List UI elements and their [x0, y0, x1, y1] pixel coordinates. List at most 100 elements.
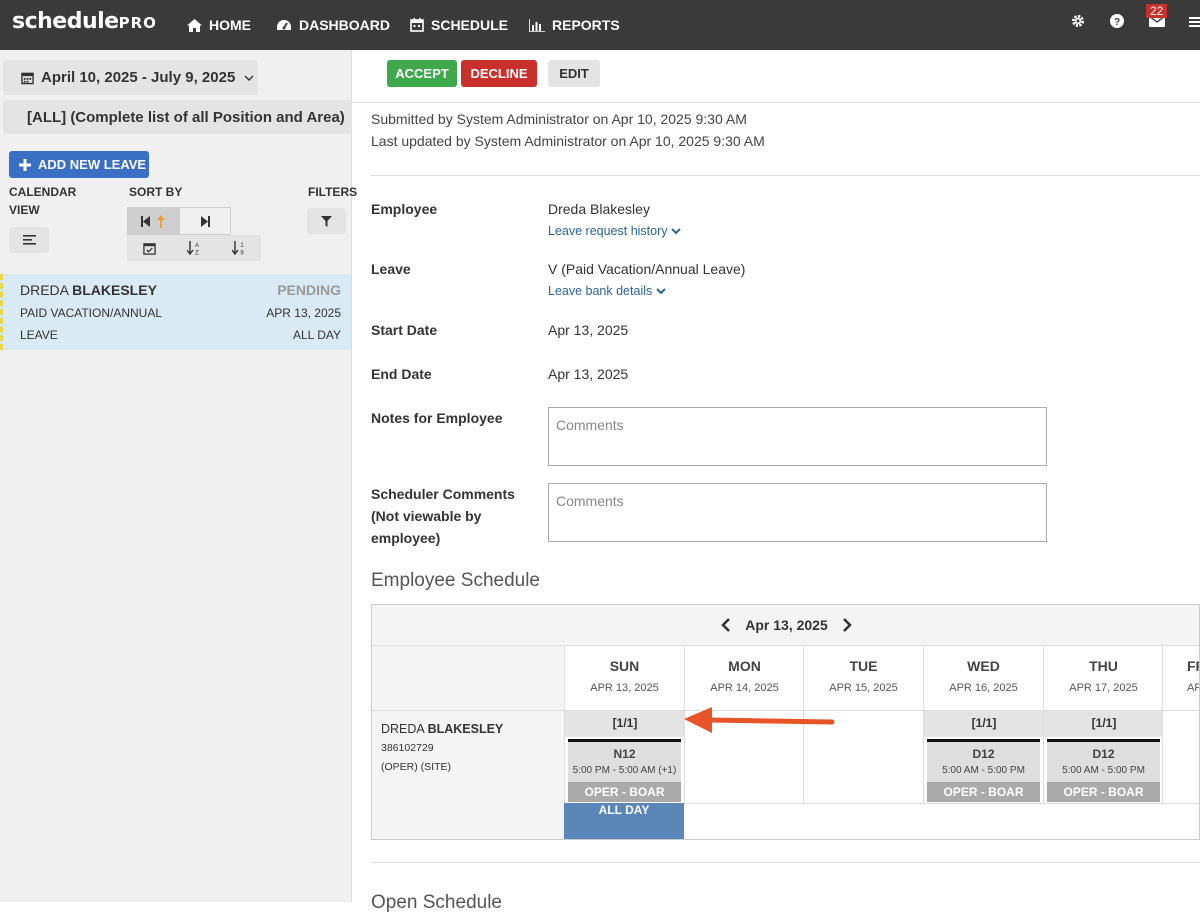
notes-for-employee-field[interactable]: Comments [548, 407, 1047, 466]
nav-home-label: HOME [209, 17, 251, 33]
leave-type: PAID VACATION/ANNUAL [20, 306, 163, 320]
start-date-value: Apr 13, 2025 [548, 322, 629, 338]
day-header: THU APR 17, 2025 [1043, 646, 1163, 710]
sort-field-group: AZ 19 [127, 235, 261, 261]
nav-dashboard[interactable]: DASHBOARD [276, 0, 390, 50]
position-filter-dropdown[interactable]: [ALL] (Complete list of all Position and… [3, 100, 352, 134]
edit-button[interactable]: EDIT [548, 60, 600, 87]
arrow-up-icon [157, 214, 166, 228]
home-icon [187, 18, 202, 32]
chevron-down-icon [244, 75, 254, 81]
nav-dashboard-label: DASHBOARD [299, 17, 390, 33]
add-new-leave-button[interactable]: ADD NEW LEAVE [9, 151, 149, 178]
leave-bank-link[interactable]: Leave bank details [548, 284, 666, 298]
day-header: MON APR 14, 2025 [684, 646, 804, 710]
leave-detail-panel: ACCEPT DECLINE EDIT Submitted by System … [352, 50, 1200, 913]
nav-reports-label: REPORTS [552, 17, 620, 33]
shift-block[interactable]: D12 5:00 AM - 5:00 PM OPER - BOAR [927, 739, 1040, 802]
scheduler-comments-field[interactable]: Comments [548, 483, 1047, 542]
annotation-arrow [684, 707, 835, 733]
schedule-date-nav: Apr 13, 2025 [372, 605, 1199, 645]
end-date-label: End Date [371, 366, 432, 382]
nav-reports[interactable]: REPORTS [529, 0, 620, 50]
sort-last-button[interactable] [178, 208, 230, 234]
sort-first-button[interactable] [128, 208, 179, 234]
schedule-cell[interactable]: [1/1] D12 5:00 AM - 5:00 PM OPER - BOAR [923, 711, 1044, 803]
all-day-leave-block[interactable]: ALL DAY [564, 803, 684, 839]
menu-icon[interactable] [1189, 16, 1200, 28]
chevron-down-icon [656, 288, 666, 295]
divider [352, 102, 1200, 103]
date-range-label: April 10, 2025 - July 9, 2025 [41, 69, 236, 86]
step-forward-icon [200, 215, 210, 227]
decline-button[interactable]: DECLINE [461, 60, 537, 87]
align-left-icon [22, 235, 36, 245]
filter-icon [321, 215, 332, 227]
sort-direction-group [127, 207, 231, 235]
gear-icon[interactable] [1071, 14, 1085, 28]
calendar-view-toggle[interactable] [9, 227, 49, 253]
help-icon[interactable]: ? [1110, 14, 1124, 28]
schedule-cell[interactable]: [1/1] D12 5:00 AM - 5:00 PM OPER - BOAR [1043, 711, 1164, 803]
accept-button[interactable]: ACCEPT [387, 60, 457, 87]
employee-label: Employee [371, 201, 438, 217]
calendar-icon [21, 72, 34, 84]
nav-home[interactable]: HOME [187, 0, 251, 50]
leave-value: V (Paid Vacation/Annual Leave) [548, 261, 746, 277]
calendar-view-label: CALENDAR VIEW [9, 185, 77, 217]
shift-block[interactable]: D12 5:00 AM - 5:00 PM OPER - BOAR [1047, 739, 1160, 802]
calendar-icon [410, 18, 424, 32]
leave-list-item[interactable]: DREDA BLAKESLEY PENDING PAID VACATION/AN… [0, 274, 351, 350]
add-new-leave-label: ADD NEW LEAVE [38, 157, 147, 172]
leave-date: APR 13, 2025 [266, 306, 341, 320]
leave-status: PENDING [277, 282, 341, 298]
sort-by-date-button[interactable] [127, 235, 172, 261]
position-filter-label: [ALL] (Complete list of all Position and… [27, 108, 345, 126]
leave-duration: ALL DAY [292, 328, 341, 342]
filters-button[interactable] [307, 208, 346, 234]
scheduler-placeholder: Comments [556, 493, 624, 509]
top-navbar: schedulePRO HOME DASHBOARD SCHEDULE REPO… [0, 0, 1200, 50]
leave-employee-name: DREDA BLAKESLEY [20, 282, 157, 298]
chevron-left-icon[interactable] [721, 618, 731, 632]
step-backward-icon [141, 215, 151, 227]
day-header: TUE APR 15, 2025 [803, 646, 923, 710]
date-range-picker[interactable]: April 10, 2025 - July 9, 2025 [3, 60, 258, 95]
nav-schedule[interactable]: SCHEDULE [410, 0, 508, 50]
day-header: SUN APR 13, 2025 [564, 646, 684, 710]
svg-text:A: A [195, 243, 199, 249]
filters-label: FILTERS [308, 185, 358, 199]
svg-text:9: 9 [240, 251, 244, 256]
plus-icon [19, 158, 31, 171]
schedule-current-date: Apr 13, 2025 [745, 617, 828, 633]
employee-schedule-title: Employee Schedule [371, 570, 540, 591]
chevron-right-icon[interactable] [842, 618, 852, 632]
employee-value: Dreda Blakesley [548, 201, 650, 217]
notes-label: Notes for Employee [371, 410, 503, 426]
sort-alpha-icon: AZ [187, 241, 199, 255]
dashboard-icon [277, 19, 291, 30]
svg-text:1: 1 [240, 243, 244, 249]
sort-numeric-icon: 19 [231, 241, 244, 256]
leave-type-cont: LEAVE [20, 328, 58, 342]
leave-history-link[interactable]: Leave request history [548, 224, 681, 238]
updated-info: Last updated by System Administrator on … [371, 133, 765, 149]
sort-by-label: SORT BY [129, 185, 183, 199]
sort-numeric-button[interactable]: 19 [216, 235, 261, 261]
submitted-info: Submitted by System Administrator on Apr… [371, 111, 747, 127]
scheduler-comments-label: Scheduler Comments (Not viewable by employ… [371, 486, 515, 546]
calendar-check-icon [143, 242, 156, 255]
app-logo[interactable]: schedulePRO [12, 9, 157, 34]
chevron-down-icon [671, 228, 681, 235]
schedule-cell[interactable] [1162, 711, 1199, 803]
open-schedule-title: Open Schedule [371, 892, 502, 913]
shift-block[interactable]: N12 5:00 PM - 5:00 AM (+1) OPER - BOAR [568, 739, 681, 802]
leave-list-sidebar: April 10, 2025 - July 9, 2025 [ALL] (Com… [0, 50, 357, 902]
day-header: WED APR 16, 2025 [923, 646, 1043, 710]
schedule-cell[interactable]: [1/1] N12 5:00 PM - 5:00 AM (+1) OPER - … [564, 711, 685, 803]
messages-badge: 22 [1146, 4, 1168, 18]
start-date-label: Start Date [371, 322, 438, 338]
bar-chart-icon [529, 18, 545, 32]
sort-alpha-button[interactable]: AZ [172, 235, 217, 261]
divider [371, 175, 1200, 176]
